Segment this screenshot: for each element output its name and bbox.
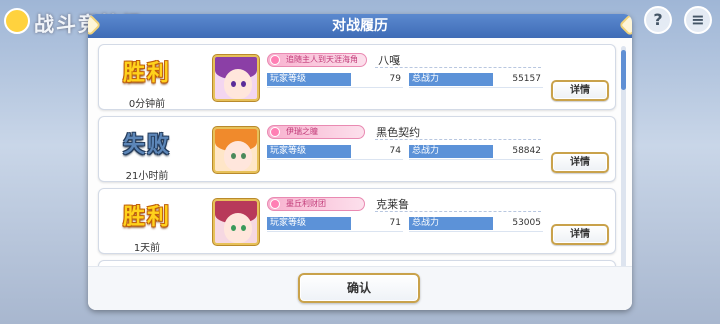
menu-icon[interactable]: ≡ (684, 6, 712, 34)
level-value: 74 (389, 146, 401, 156)
title-badge: 墨丘利财团 (267, 196, 365, 211)
header-ornament-icon (88, 14, 102, 37)
stat-underline (409, 159, 543, 160)
opponent-info: 伊瑞之瞳 黑色契约 玩家等级 74 总战力 58842 (267, 121, 543, 160)
dialog-header: 对战履历 (88, 14, 632, 38)
name-underline (375, 67, 541, 68)
stat-underline (267, 87, 403, 88)
details-button[interactable]: 详情 (551, 152, 609, 173)
name-underline (375, 139, 541, 140)
power-label: 总战力 (409, 217, 493, 230)
stat-underline (409, 87, 543, 88)
scrollbar[interactable] (621, 46, 626, 272)
power-label: 总战力 (409, 145, 493, 158)
record-row: 胜利 0分钟前 追随主人到天涯海角 八嘎 玩家等级 79 总战力 55157 详… (98, 44, 616, 110)
power-value: 55157 (512, 74, 541, 84)
opponent-avatar (213, 127, 259, 173)
dialog-footer: 确认 (88, 266, 632, 310)
header-ornament-icon (618, 14, 632, 37)
badge-gem-icon (270, 126, 280, 137)
record-row: 失败 21小时前 伊瑞之瞳 黑色契约 玩家等级 74 总战力 58842 详情 (98, 116, 616, 182)
avatar-eye (241, 81, 246, 87)
stats-row: 玩家等级 79 总战力 55157 (267, 73, 567, 88)
badge-gem-icon (270, 198, 280, 209)
power-value: 53005 (512, 218, 541, 228)
result-label: 胜利 (122, 61, 171, 86)
stat-underline (267, 159, 403, 160)
avatar-eye (231, 81, 236, 87)
battle-history-dialog: 对战履历 胜利 0分钟前 追随主人到天涯海角 八嘎 玩家等级 79 总战力 55… (88, 14, 632, 310)
avatar-eye (241, 153, 246, 159)
opponent-info: 墨丘利财团 克莱鲁 玩家等级 71 总战力 53005 (267, 193, 543, 232)
opponent-info: 追随主人到天涯海角 八嘎 玩家等级 79 总战力 55157 (267, 49, 543, 88)
title-badge-text: 追随主人到天涯海角 (286, 54, 358, 64)
avatar-face (224, 213, 252, 243)
record-list[interactable]: 胜利 0分钟前 追随主人到天涯海角 八嘎 玩家等级 79 总战力 55157 详… (94, 44, 618, 268)
result-column: 胜利 0分钟前 (99, 45, 195, 110)
time-label: 21小时前 (125, 171, 169, 182)
stat-underline (409, 231, 543, 232)
result-column: 失败 21小时前 (99, 117, 195, 182)
stat-underline (267, 231, 403, 232)
time-label: 0分钟前 (128, 99, 166, 110)
player-name: 八嘎 (378, 53, 401, 67)
title-badge: 伊瑞之瞳 (267, 124, 365, 139)
stats-row: 玩家等级 71 总战力 53005 (267, 217, 567, 232)
record-row: 胜利 1天前 墨丘利财团 克莱鲁 玩家等级 71 总战力 53005 详情 (98, 188, 616, 254)
result-column: 胜利 1天前 (99, 189, 195, 254)
avatar-eye (231, 153, 236, 159)
power-label: 总战力 (409, 73, 493, 86)
level-label: 玩家等级 (267, 145, 351, 158)
avatar-eye (231, 225, 236, 231)
result-label: 胜利 (122, 205, 171, 230)
result-label: 失败 (122, 133, 171, 158)
confirm-button[interactable]: 确认 (298, 273, 420, 303)
time-label: 1天前 (133, 243, 161, 254)
level-label: 玩家等级 (267, 73, 351, 86)
avatar-eye (241, 225, 246, 231)
title-badge: 追随主人到天涯海角 (267, 52, 367, 67)
title-badge-text: 伊瑞之瞳 (286, 126, 318, 136)
name-underline (375, 211, 541, 212)
power-value: 58842 (512, 146, 541, 156)
scrollbar-thumb[interactable] (621, 50, 626, 90)
details-button[interactable]: 详情 (551, 224, 609, 245)
level-label: 玩家等级 (267, 217, 351, 230)
level-value: 79 (389, 74, 401, 84)
dialog-title: 对战履历 (332, 18, 388, 34)
opponent-avatar (213, 199, 259, 245)
back-icon[interactable] (4, 8, 30, 34)
avatar-face (224, 69, 252, 99)
help-icon[interactable]: ? (644, 6, 672, 34)
avatar-face (224, 141, 252, 171)
details-button[interactable]: 详情 (551, 80, 609, 101)
player-name: 克莱鲁 (376, 197, 410, 211)
stats-row: 玩家等级 74 总战力 58842 (267, 145, 567, 160)
badge-gem-icon (270, 54, 280, 65)
player-name: 黑色契约 (376, 125, 421, 139)
level-value: 71 (389, 218, 401, 228)
title-badge-text: 墨丘利财团 (286, 198, 326, 208)
opponent-avatar (213, 55, 259, 101)
